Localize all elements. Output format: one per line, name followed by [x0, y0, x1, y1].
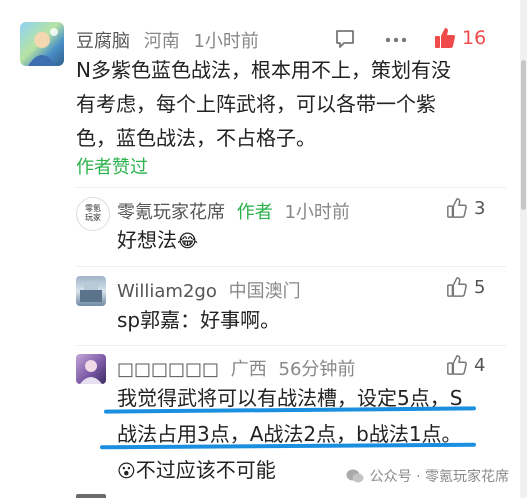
timestamp: 1小时前 — [284, 202, 350, 223]
divider — [76, 266, 506, 267]
author-tag: 作者 — [236, 202, 273, 223]
timestamp: 1小时前 — [193, 31, 259, 52]
reply-header: 零氪玩家花席 作者 1小时前 — [117, 198, 350, 224]
comment-text-line: 有考虑，每个上阵武将，可以各带一个紫 — [76, 92, 436, 116]
divider — [76, 187, 506, 188]
reply-text: sp郭嘉：好事啊。 — [117, 308, 281, 332]
thumbs-up-icon[interactable] — [446, 276, 468, 298]
avatar-text: 零氪玩家 — [85, 204, 101, 222]
next-avatar[interactable] — [76, 494, 106, 498]
scrollbar-track[interactable] — [520, 0, 527, 498]
location: 河南 — [143, 31, 180, 52]
surprised-emoji-icon: 😮 — [117, 461, 136, 482]
thumbs-up-icon[interactable] — [446, 197, 468, 219]
watermark-text: 公众号 · 零氪玩家花席 — [369, 469, 509, 485]
author-liked-badge: 作者赞过 — [76, 157, 148, 178]
avatar-art-icon — [28, 28, 58, 66]
username[interactable]: 豆腐脑 — [76, 31, 130, 52]
like-count: 5 — [474, 277, 486, 298]
comment-icon[interactable] — [334, 28, 356, 50]
comment-text-line: N多紫色蓝色战法，根本用不上，策划有没 — [76, 58, 451, 82]
username[interactable]: William2go — [117, 281, 217, 302]
thumbs-up-filled-icon[interactable] — [433, 26, 457, 50]
comment-header: 豆腐脑 河南 1小时前 — [76, 27, 259, 53]
reply-header: □□□□□□ 广西 56分钟前 — [117, 355, 355, 381]
username[interactable]: □□□□□□ — [117, 359, 219, 380]
reply-text: 不过应该不可能 — [135, 458, 276, 482]
watermark: 公众号 · 零氪玩家花席 — [346, 466, 509, 486]
reply-header: William2go 中国澳门 — [117, 277, 301, 303]
username[interactable]: 零氪玩家花席 — [117, 202, 225, 223]
divider — [76, 345, 506, 346]
laughing-emoji-icon: 😂 — [177, 231, 199, 252]
avatar-art-icon — [80, 282, 102, 302]
comment-text-line: 色，蓝色战法，不占格子。 — [76, 126, 316, 150]
comment-body: N多紫色蓝色战法，根本用不上，策划有没 有考虑，每个上阵武将，可以各带一个紫 色… — [76, 53, 506, 155]
scrollbar-thumb[interactable] — [521, 60, 526, 210]
avatar[interactable] — [76, 354, 106, 384]
location: 中国澳门 — [228, 281, 301, 302]
reply-text: 好想法 — [117, 228, 177, 252]
reply-body: 好想法😂 — [117, 223, 198, 259]
like-count: 16 — [462, 27, 487, 49]
wechat-icon — [346, 469, 364, 483]
thumbs-up-icon[interactable] — [446, 354, 468, 376]
timestamp: 56分钟前 — [278, 359, 356, 380]
like-count: 3 — [474, 198, 486, 219]
more-icon[interactable] — [384, 36, 408, 44]
like-count: 4 — [474, 355, 486, 376]
avatar[interactable]: 零氪玩家 — [76, 197, 110, 231]
avatar[interactable] — [20, 22, 64, 66]
avatar-art-icon — [80, 360, 102, 384]
location: 广西 — [230, 359, 267, 380]
avatar[interactable] — [76, 276, 106, 306]
